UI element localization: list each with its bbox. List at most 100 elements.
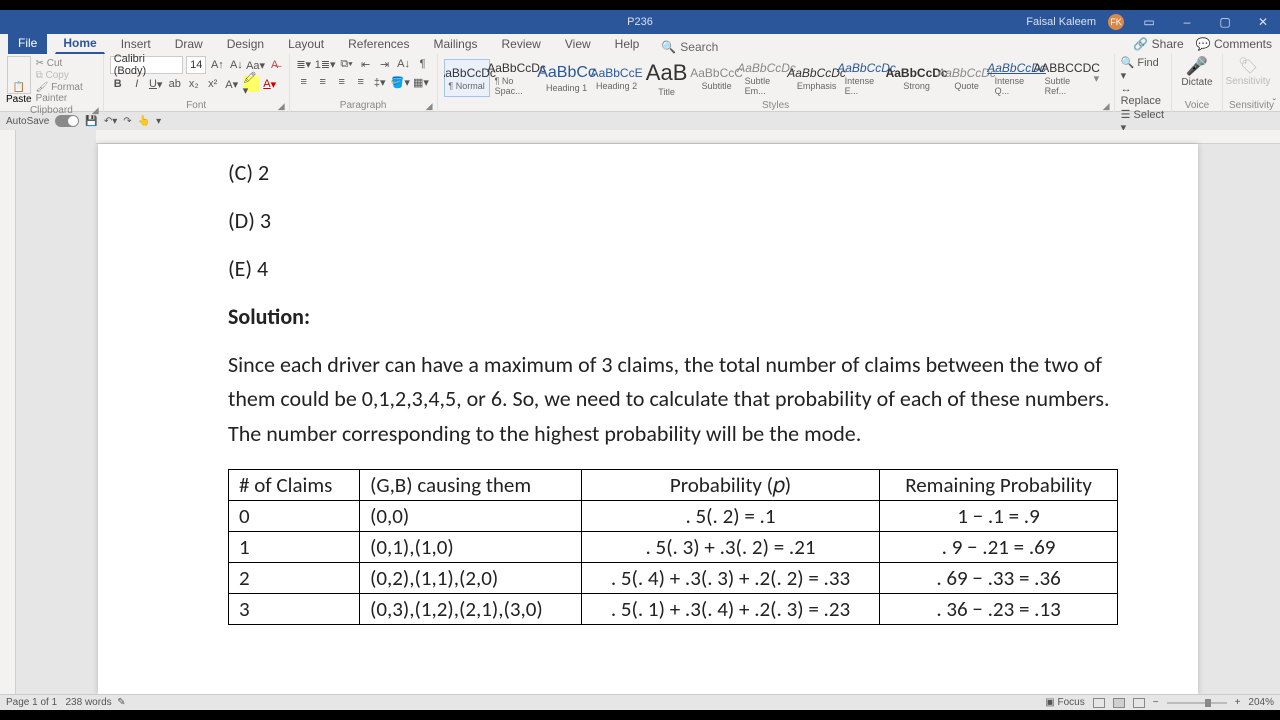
tab-insert[interactable]: Insert [113, 33, 159, 54]
style-title[interactable]: AaBTitle [644, 59, 690, 97]
tab-view[interactable]: View [557, 33, 599, 54]
cut-button[interactable]: ✂ Cut [36, 58, 97, 69]
search-icon: 🔍 [661, 40, 676, 54]
shading-icon[interactable]: 🪣▾ [391, 74, 410, 90]
styles-more-icon[interactable]: ▾ [1094, 72, 1108, 85]
show-marks-icon[interactable]: ¶ [415, 56, 431, 72]
comments-button[interactable]: 💬 Comments [1196, 37, 1272, 51]
strikethrough-icon[interactable]: ab [167, 76, 183, 92]
zoom-out-icon[interactable]: − [1153, 697, 1159, 708]
style--normal[interactable]: AaBbCcDc¶ Normal [444, 59, 490, 97]
style-subtle-ref-[interactable]: AABBCCDCSubtle Ref... [1044, 59, 1090, 97]
replace-button[interactable]: ↔ Replace [1121, 83, 1165, 107]
solution-body: Since each driver can have a maximum of … [228, 348, 1118, 450]
tab-home[interactable]: Home [55, 32, 104, 54]
numbering-icon[interactable]: 1≣▾ [315, 56, 336, 72]
print-layout-icon[interactable] [1113, 698, 1125, 708]
tab-references[interactable]: References [340, 33, 417, 54]
font-launcher-icon[interactable]: ◢ [278, 101, 285, 112]
tab-mailings[interactable]: Mailings [425, 33, 485, 54]
style-heading-2[interactable]: AaBbCcEHeading 2 [594, 59, 640, 97]
font-family-select[interactable]: Calibri (Body) [110, 56, 183, 74]
style-quote[interactable]: AaBbCcDcQuote [944, 59, 990, 97]
style-heading-1[interactable]: AaBbCcHeading 1 [544, 59, 590, 97]
ribbon-display-icon[interactable]: ▭ [1136, 15, 1162, 29]
underline-icon[interactable]: U▾ [148, 76, 164, 92]
search-box[interactable]: 🔍 Search [661, 40, 718, 54]
style-subtitle[interactable]: AaBbCcCSubtitle [694, 59, 740, 97]
decrease-indent-icon[interactable]: ⇤ [358, 56, 374, 72]
read-mode-icon[interactable] [1093, 698, 1105, 708]
style-subtle-em-[interactable]: AaBbCcDcSubtle Em... [744, 59, 790, 97]
clear-formatting-icon[interactable]: A̶ [267, 57, 283, 73]
solution-table: # of Claims(G,B) causing themProbability… [228, 469, 1118, 625]
align-right-icon[interactable]: ≡ [334, 74, 350, 90]
subscript-icon[interactable]: x₂ [186, 76, 202, 92]
justify-icon[interactable]: ≡ [353, 74, 369, 90]
minimize-icon[interactable]: ‒ [1174, 15, 1200, 29]
style-emphasis[interactable]: AaBbCcDcEmphasis [794, 59, 840, 97]
table-row: 0(0,0). 5(. 2) = .11 − .1 = .9 [229, 500, 1118, 531]
superscript-icon[interactable]: x² [205, 76, 221, 92]
sort-icon[interactable]: A↓ [396, 56, 412, 72]
qat-customize-icon[interactable]: ▾ [156, 116, 161, 127]
line-spacing-icon[interactable]: ‡▾ [372, 74, 388, 90]
tab-file[interactable]: File [8, 32, 47, 54]
font-color-icon[interactable]: A▾ [262, 76, 278, 92]
tab-draw[interactable]: Draw [167, 33, 211, 54]
paragraph-launcher-icon[interactable]: ◢ [426, 101, 433, 112]
document-page[interactable]: (C) 2 (D) 3 (E) 4 Solution: Since each d… [98, 144, 1198, 694]
undo-icon[interactable]: ↶▾ [104, 116, 117, 127]
increase-indent-icon[interactable]: ⇥ [377, 56, 393, 72]
borders-icon[interactable]: ▦▾ [413, 74, 429, 90]
style-intense-e-[interactable]: AaBbCcDcIntense E... [844, 59, 890, 97]
align-center-icon[interactable]: ≡ [315, 74, 331, 90]
word-count[interactable]: 238 words [66, 697, 112, 708]
format-painter-button[interactable]: 🖌 Format Painter [36, 82, 97, 104]
account-name[interactable]: Faisal Kaleem [1026, 16, 1096, 28]
mic-icon: 🎤 [1186, 56, 1208, 77]
collapse-ribbon-icon[interactable]: ˇ [1273, 98, 1276, 109]
tab-help[interactable]: Help [607, 33, 648, 54]
table-header: (G,B) causing them [359, 469, 581, 500]
style-strong[interactable]: AaBbCcDcStrong [894, 59, 940, 97]
copy-button[interactable]: ⧉ Copy [36, 70, 97, 81]
zoom-slider[interactable] [1167, 702, 1227, 704]
sensitivity-button[interactable]: 🏷 Sensitivity [1229, 56, 1267, 87]
autosave-toggle[interactable] [55, 115, 79, 127]
style--no-spac-[interactable]: AaBbCcDc¶ No Spac... [494, 59, 540, 97]
page-indicator[interactable]: Page 1 of 1 [6, 697, 57, 708]
focus-mode[interactable]: ▣ Focus [1045, 697, 1084, 708]
save-icon[interactable]: 💾 [85, 116, 97, 127]
align-left-icon[interactable]: ≡ [296, 74, 312, 90]
dictate-button[interactable]: 🎤 Dictate [1178, 56, 1216, 88]
touch-mode-icon[interactable]: 👆 [138, 116, 150, 127]
grow-font-icon[interactable]: A↑ [209, 57, 225, 73]
find-button[interactable]: 🔍 Find ▾ [1121, 56, 1165, 82]
bullets-icon[interactable]: ≣▾ [296, 56, 312, 72]
highlight-icon[interactable]: 🖍▾ [243, 76, 259, 92]
zoom-in-icon[interactable]: + [1235, 697, 1241, 708]
table-header: Remaining Probability [880, 469, 1118, 500]
font-size-select[interactable]: 14 [186, 56, 206, 74]
styles-launcher-icon[interactable]: ◢ [1103, 101, 1110, 112]
tab-review[interactable]: Review [494, 33, 549, 54]
close-icon[interactable]: ✕ [1250, 15, 1276, 29]
ribbon-tabs: File Home Insert Draw Design Layout Refe… [0, 34, 1280, 54]
account-avatar[interactable]: FK [1108, 14, 1124, 30]
text-effects-icon[interactable]: A▾ [224, 76, 240, 92]
maximize-icon[interactable]: ▢ [1212, 15, 1238, 29]
zoom-level[interactable]: 204% [1248, 697, 1274, 708]
clipboard-launcher-icon[interactable]: ◢ [92, 105, 99, 116]
redo-icon[interactable]: ↷ [123, 116, 131, 127]
tab-design[interactable]: Design [219, 33, 272, 54]
share-button[interactable]: 🔗 Share [1133, 37, 1183, 51]
bold-icon[interactable]: B [110, 76, 126, 92]
multilevel-icon[interactable]: ⧉▾ [339, 56, 355, 72]
quick-access-toolbar: AutoSave 💾 ↶▾ ↷ 👆 ▾ [0, 112, 1280, 130]
italic-icon[interactable]: I [129, 76, 145, 92]
tab-layout[interactable]: Layout [280, 33, 332, 54]
spell-check-icon[interactable]: ✎ [117, 697, 125, 708]
paste-button[interactable]: 📋 [7, 56, 31, 94]
web-layout-icon[interactable] [1133, 698, 1145, 708]
